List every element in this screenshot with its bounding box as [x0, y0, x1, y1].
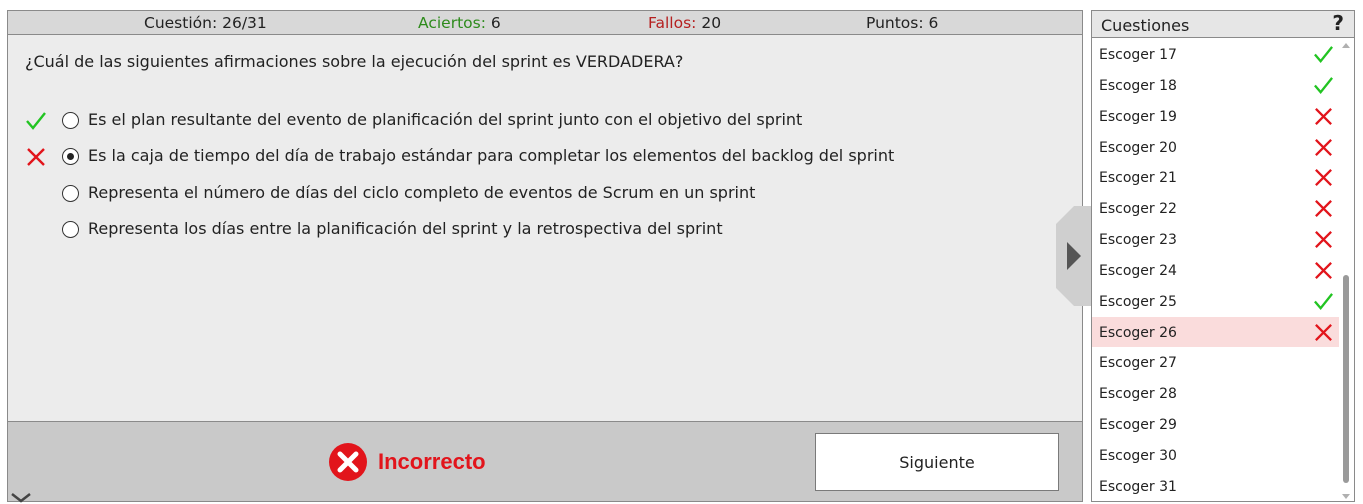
question-text: ¿Cuál de las siguientes afirmaciones sob… — [25, 52, 684, 71]
sidebar-item-label: Escoger 22 — [1099, 201, 1177, 218]
help-icon[interactable]: ? — [1332, 11, 1344, 35]
scroll-down-icon[interactable] — [1342, 494, 1350, 499]
cross-icon — [27, 148, 45, 166]
sidebar-item-label: Escoger 31 — [1099, 478, 1177, 495]
radio-button[interactable] — [62, 221, 79, 238]
points-counter-value: 6 — [928, 14, 939, 32]
sidebar-item-label: Escoger 17 — [1099, 47, 1177, 63]
next-button[interactable]: Siguiente — [815, 433, 1059, 491]
sidebar-item-label: Escoger 27 — [1099, 355, 1177, 372]
check-icon — [26, 112, 46, 130]
radio-button[interactable] — [62, 112, 79, 129]
wrong-counter-label: Fallos: — [648, 14, 697, 32]
answer-option-text[interactable]: Es el plan resultante del evento de plan… — [88, 110, 802, 129]
sidebar-item-question[interactable]: Escoger 20 — [1092, 132, 1340, 163]
result-status: Incorrecto — [328, 441, 486, 483]
questions-sidebar: Cuestiones ? Escoger 17 Escoger 18 Escoger… — [1091, 10, 1355, 502]
quiz-panel: Cuestión: 26/31 Aciertos: 6 Fallos: 20 P… — [7, 10, 1083, 502]
cross-icon — [1315, 169, 1332, 187]
sidebar-item-question[interactable]: Escoger 27 — [1092, 347, 1340, 378]
answer-option-1[interactable]: Es el plan resultante del evento de plan… — [8, 107, 1008, 133]
sidebar-item-question[interactable]: Escoger 19 — [1092, 101, 1340, 132]
sidebar-item-label: Escoger 26 — [1099, 324, 1177, 341]
radio-button[interactable] — [62, 185, 79, 202]
sidebar-item-question[interactable]: Escoger 18 — [1092, 70, 1340, 101]
collapse-panel-arrow-icon[interactable] — [1056, 206, 1092, 306]
cross-icon — [1315, 261, 1332, 279]
sidebar-header: Cuestiones ? — [1092, 11, 1354, 38]
sidebar-item-question[interactable]: Escoger 21 — [1092, 162, 1340, 193]
sidebar-item-label: Escoger 20 — [1099, 139, 1177, 156]
sidebar-item-label: Escoger 18 — [1099, 77, 1177, 94]
answer-option-text[interactable]: Es la caja de tiempo del día de trabajo … — [88, 146, 894, 165]
chevron-down-icon[interactable] — [6, 492, 36, 504]
correct-counter-label: Aciertos: — [418, 14, 486, 32]
points-counter: Puntos: 6 — [866, 11, 938, 35]
sidebar-item-question[interactable]: Escoger 25 — [1092, 286, 1340, 317]
sidebar-title: Cuestiones — [1101, 16, 1190, 35]
answer-option-text[interactable]: Representa los días entre la planificaci… — [88, 219, 723, 238]
question-counter-value: 26/31 — [222, 14, 267, 32]
correct-counter-value: 6 — [490, 14, 501, 32]
points-counter-label: Puntos: — [866, 14, 924, 32]
sidebar-item-question[interactable]: Escoger 28 — [1092, 378, 1340, 409]
sidebar-item-question[interactable]: Escoger 22 — [1092, 193, 1340, 224]
sidebar-item-label: Escoger 29 — [1099, 417, 1177, 434]
answer-option-text[interactable]: Representa el número de días del ciclo c… — [88, 183, 755, 202]
quiz-footer: Incorrecto Siguiente — [8, 421, 1082, 501]
answer-option-4[interactable]: Representa los días entre la planificaci… — [8, 216, 1008, 242]
sidebar-item-label: Escoger 28 — [1099, 386, 1177, 403]
sidebar-item-question[interactable]: Escoger 26 — [1092, 316, 1340, 348]
check-icon — [1314, 46, 1333, 63]
sidebar-item-label: Escoger 21 — [1099, 170, 1177, 187]
cross-icon — [1315, 200, 1332, 218]
question-list: Escoger 17 Escoger 18 Escoger 19 Escoger 20… — [1092, 39, 1340, 501]
sidebar-item-question[interactable]: Escoger 30 — [1092, 440, 1340, 471]
answer-option-2[interactable]: Es la caja de tiempo del día de trabajo … — [8, 143, 1008, 169]
check-icon — [1314, 292, 1333, 310]
sidebar-item-question[interactable]: Escoger 17 — [1092, 39, 1340, 70]
result-text: Incorrecto — [378, 449, 486, 474]
sidebar-item-label: Escoger 24 — [1099, 262, 1177, 279]
question-counter: Cuestión: 26/31 — [144, 11, 267, 35]
question-area: ¿Cuál de las siguientes afirmaciones sob… — [8, 35, 1082, 421]
correct-counter: Aciertos: 6 — [418, 11, 501, 35]
sidebar-item-label: Escoger 19 — [1099, 108, 1177, 125]
sidebar-item-label: Escoger 30 — [1099, 447, 1177, 464]
scrollbar[interactable] — [1339, 39, 1354, 501]
stats-bar: Cuestión: 26/31 Aciertos: 6 Fallos: 20 P… — [8, 11, 1082, 35]
wrong-counter: Fallos: 20 — [648, 11, 721, 35]
error-circle-icon — [329, 443, 367, 481]
cross-icon — [1315, 323, 1332, 341]
check-icon — [1314, 76, 1333, 94]
sidebar-item-question[interactable]: Escoger 23 — [1092, 224, 1340, 255]
cross-icon — [1315, 107, 1332, 125]
scroll-up-icon[interactable] — [1342, 43, 1350, 48]
answer-option-3[interactable]: Representa el número de días del ciclo c… — [8, 180, 1008, 206]
radio-button-selected[interactable] — [62, 148, 79, 165]
question-counter-label: Cuestión: — [144, 14, 218, 32]
cross-icon — [1315, 231, 1332, 249]
sidebar-item-question[interactable]: Escoger 29 — [1092, 409, 1340, 440]
sidebar-item-question[interactable]: Escoger 31 — [1092, 471, 1340, 501]
wrong-counter-value: 20 — [701, 14, 722, 32]
cross-icon — [1315, 138, 1332, 156]
sidebar-item-label: Escoger 25 — [1099, 293, 1177, 310]
scrollbar-thumb[interactable] — [1343, 275, 1349, 483]
sidebar-item-question[interactable]: Escoger 24 — [1092, 255, 1340, 286]
sidebar-item-label: Escoger 23 — [1099, 232, 1177, 249]
